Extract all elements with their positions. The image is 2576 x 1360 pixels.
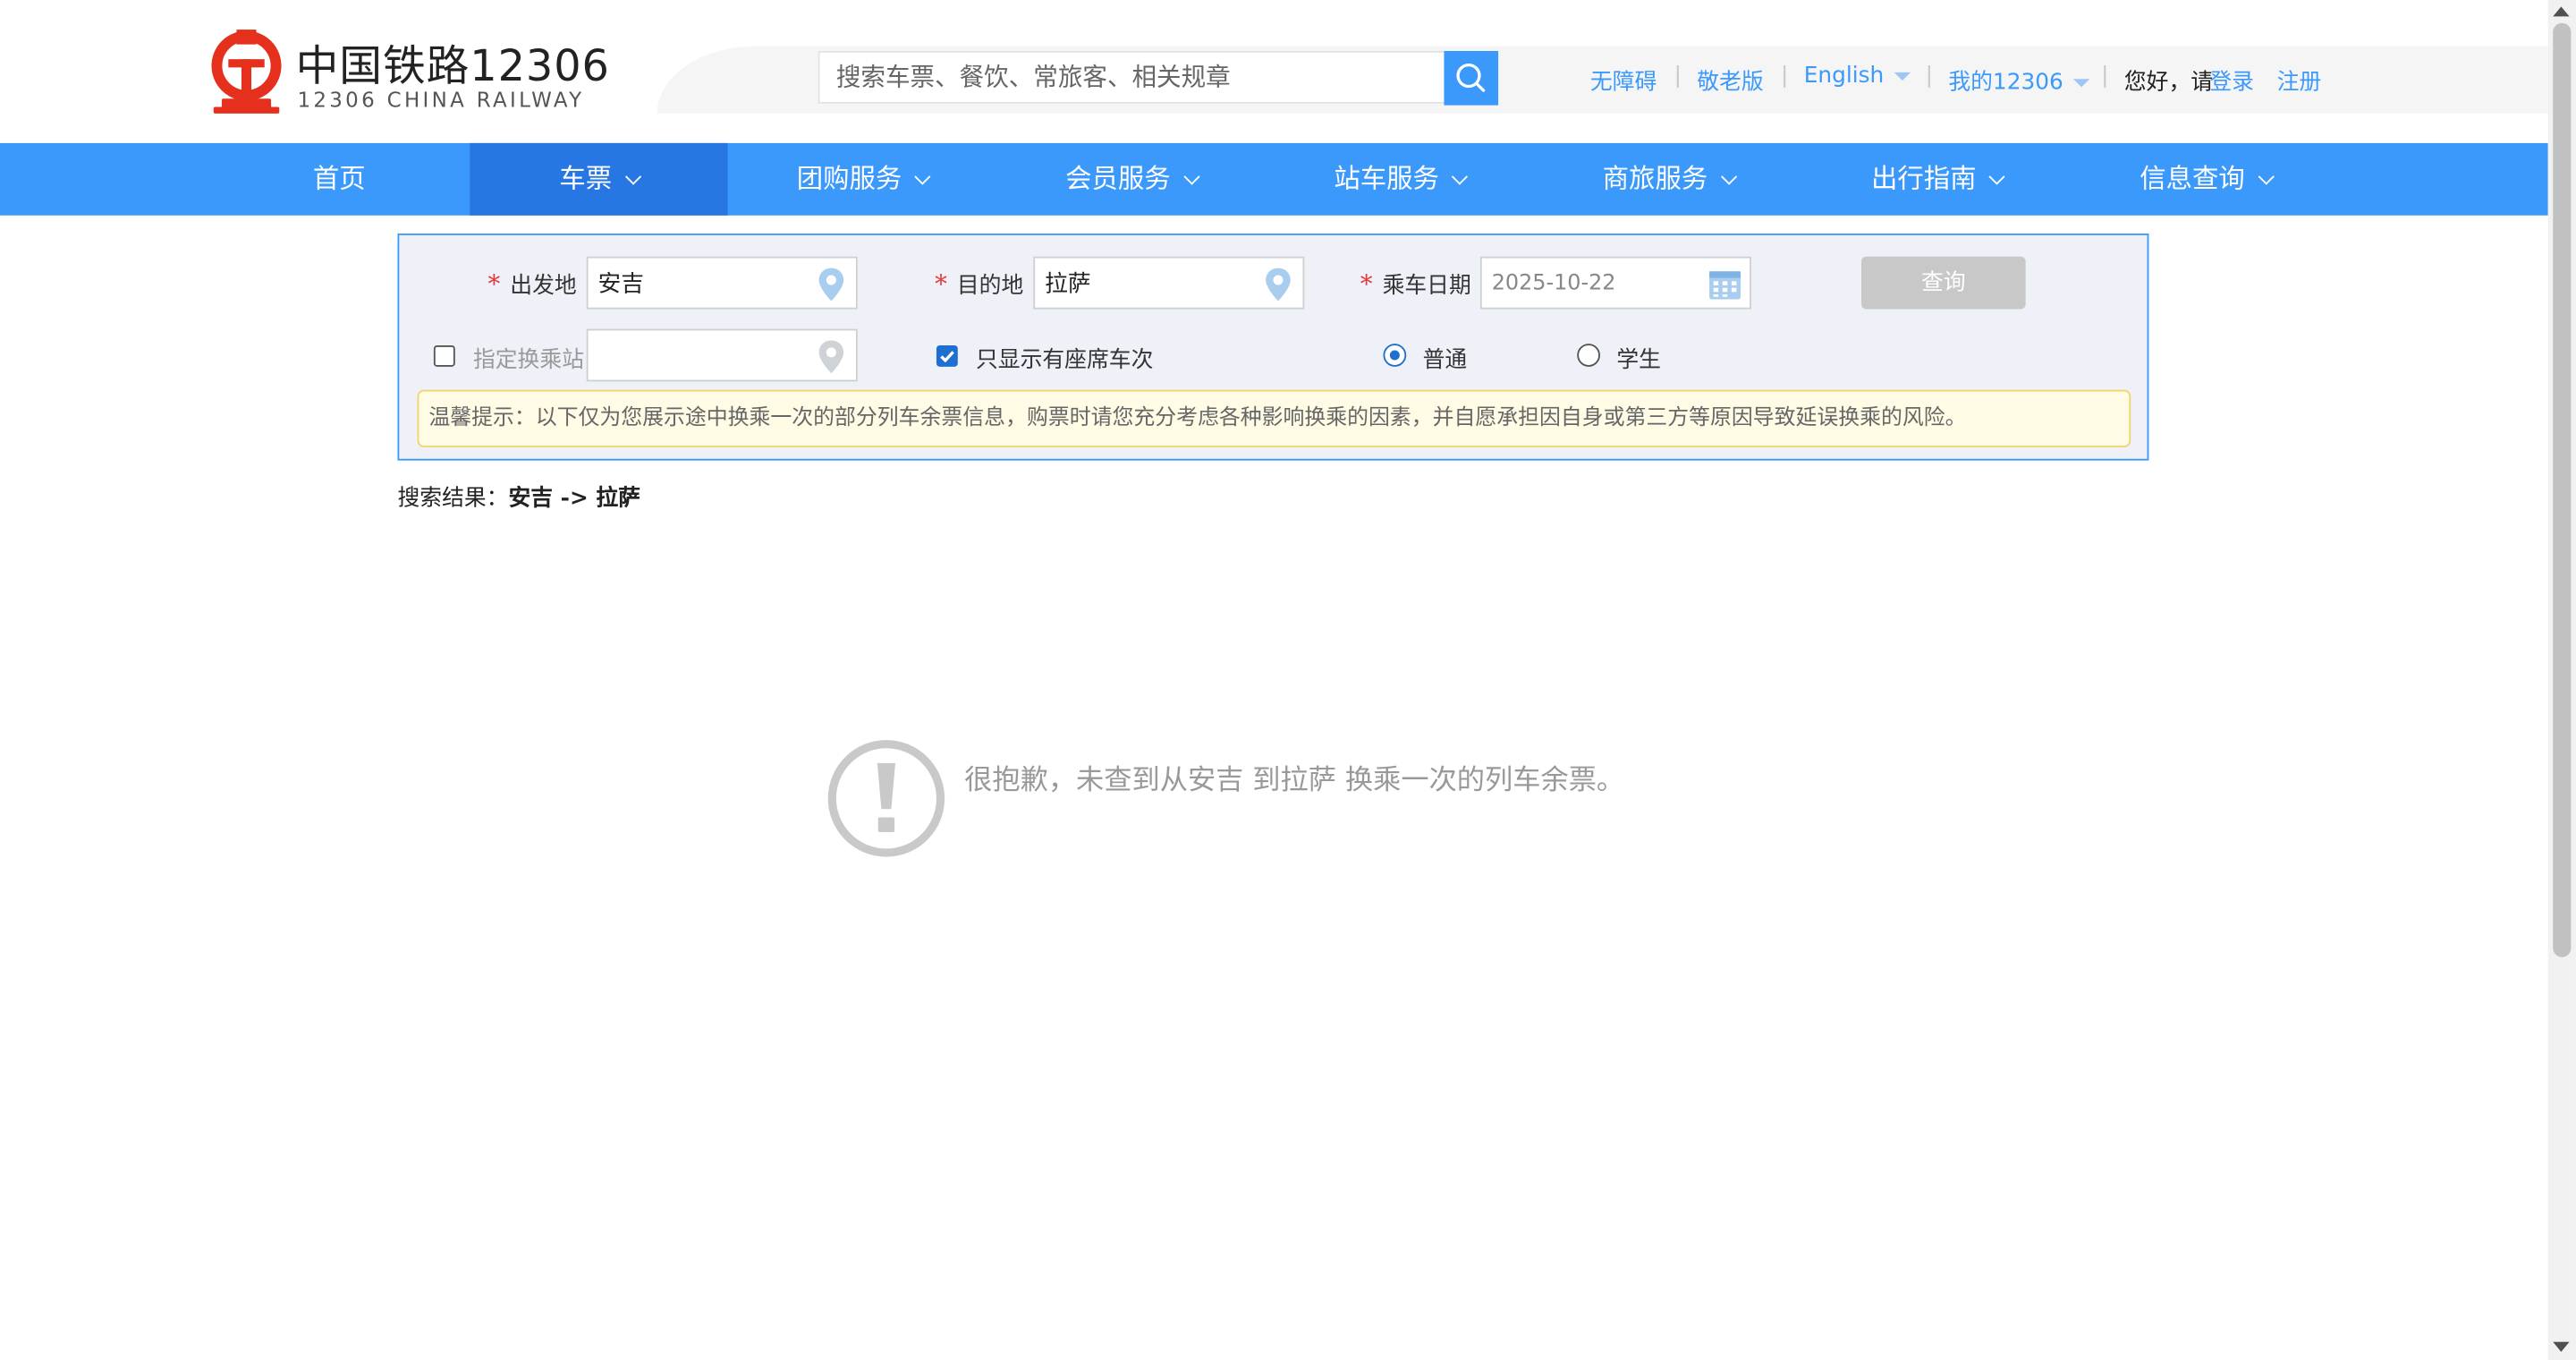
query-button[interactable]: 查询: [1860, 256, 2026, 310]
date-label: * 乘车日期: [1360, 269, 1471, 300]
nav-tickets[interactable]: 车票: [470, 142, 728, 216]
language-label: English: [1803, 62, 1885, 89]
to-label: * 目的地: [935, 269, 1024, 300]
from-label: * 出发地: [487, 269, 577, 300]
from-station-input[interactable]: [588, 258, 822, 308]
nav-station-service[interactable]: 站车服务: [1265, 143, 1534, 216]
nav-station-label: 站车服务: [1334, 162, 1439, 194]
ticket-type-normal-label: 普通: [1422, 346, 1468, 374]
chevron-down-icon: [1451, 168, 1468, 185]
result-route: 安吉 -> 拉萨: [508, 485, 640, 512]
ticket-type-student-label: 学生: [1616, 346, 1661, 374]
nav-home-label: 首页: [312, 162, 366, 194]
nav-group-label: 团购服务: [796, 162, 902, 194]
scroll-up-arrow-icon[interactable]: [2553, 6, 2570, 17]
chevron-down-icon: [1182, 168, 1199, 185]
nav-home[interactable]: 首页: [208, 143, 470, 216]
ticket-type-student-radio[interactable]: [1577, 344, 1600, 367]
separator: |: [1925, 62, 1933, 89]
transfer-field: [586, 328, 858, 382]
warm-tip-banner: 温馨提示：以下仅为您展示途中换乘一次的部分列车余票信息，购票时请您充分考虑各种影…: [417, 389, 2131, 447]
logo-subtitle: 12306 CHINA RAILWAY: [297, 87, 585, 112]
nav-travel-guide[interactable]: 出行指南: [1802, 143, 2072, 216]
location-pin-icon[interactable]: [817, 267, 846, 302]
chevron-down-icon: [1988, 168, 2005, 185]
chevron-down-icon: [914, 168, 931, 185]
scroll-down-arrow-icon[interactable]: [2553, 1341, 2570, 1352]
railway-logo-icon: [211, 30, 282, 114]
transfer-station-checkbox[interactable]: [433, 344, 455, 367]
scrollbar-thumb[interactable]: [2553, 22, 2572, 957]
chevron-down-icon: [2257, 168, 2274, 185]
nav-info-query[interactable]: 信息查询: [2072, 143, 2339, 216]
nav-member-label: 会员服务: [1065, 162, 1171, 194]
chevron-down-icon: [1720, 168, 1737, 185]
transfer-station-label: 指定换乘站: [472, 346, 584, 374]
result-prefix: 搜索结果：: [397, 485, 509, 512]
to-station-input[interactable]: [1035, 258, 1268, 308]
elderly-mode-link[interactable]: 敬老版: [1697, 63, 1763, 95]
travel-date-input[interactable]: [1481, 258, 1716, 308]
nav-info-label: 信息查询: [2140, 162, 2245, 194]
caret-down-icon: [1894, 71, 1911, 81]
language-dropdown[interactable]: English: [1804, 63, 1911, 89]
login-link[interactable]: 登录: [2209, 63, 2254, 95]
accessible-link[interactable]: 无障碍: [1590, 63, 1657, 95]
logo[interactable]: 中国铁路12306 12306 CHINA RAILWAY: [207, 26, 609, 118]
nav-business-travel[interactable]: 商旅服务: [1534, 143, 1801, 216]
ticket-type-normal-radio[interactable]: [1383, 344, 1407, 367]
caret-down-icon: [2072, 78, 2090, 87]
nav-tickets-label: 车票: [559, 162, 613, 194]
site-search-box: [818, 50, 1461, 104]
check-icon: [940, 351, 954, 363]
header: 中国铁路12306 12306 CHINA RAILWAY 无障碍 | 敬老版 …: [0, 0, 2548, 143]
greeting-text: 您好，请: [2123, 69, 2214, 96]
exclamation-circle-icon: [827, 740, 945, 857]
date-field: [1479, 256, 1751, 310]
nav-group-service[interactable]: 团购服务: [728, 143, 997, 216]
my12306-dropdown[interactable]: 我的12306: [1948, 63, 2090, 96]
location-pin-icon[interactable]: [1263, 267, 1292, 302]
search-result-summary: 搜索结果：安吉 -> 拉萨: [397, 479, 640, 512]
logo-title: 中国铁路12306: [295, 42, 610, 92]
nav-guide-label: 出行指南: [1870, 162, 1977, 194]
chevron-down-icon: [624, 168, 641, 185]
to-field: [1033, 256, 1305, 310]
empty-result-message: 很抱歉，未查到从安吉 到拉萨 换乘一次的列车余票。: [964, 764, 1625, 798]
separator: |: [2101, 62, 2109, 89]
register-link[interactable]: 注册: [2277, 63, 2322, 95]
my12306-label: 我的12306: [1948, 69, 2063, 96]
nav-member-service[interactable]: 会员服务: [997, 143, 1265, 216]
separator: |: [1780, 62, 1789, 89]
location-pin-icon[interactable]: [817, 339, 846, 375]
seats-only-label: 只显示有座席车次: [975, 346, 1154, 374]
search-button[interactable]: [1444, 50, 1499, 106]
calendar-icon[interactable]: [1707, 267, 1742, 302]
site-search-input[interactable]: [819, 52, 1461, 102]
nav-business-label: 商旅服务: [1602, 162, 1708, 194]
seats-only-checkbox[interactable]: [936, 344, 958, 367]
transfer-station-input[interactable]: [588, 330, 822, 380]
separator: |: [1674, 62, 1682, 89]
from-field: [586, 256, 858, 310]
search-icon: [1456, 63, 1486, 92]
main-nav: 首页 车票 团购服务 会员服务 站车服务 商旅服务 出行指南 信息查询: [0, 142, 2548, 216]
